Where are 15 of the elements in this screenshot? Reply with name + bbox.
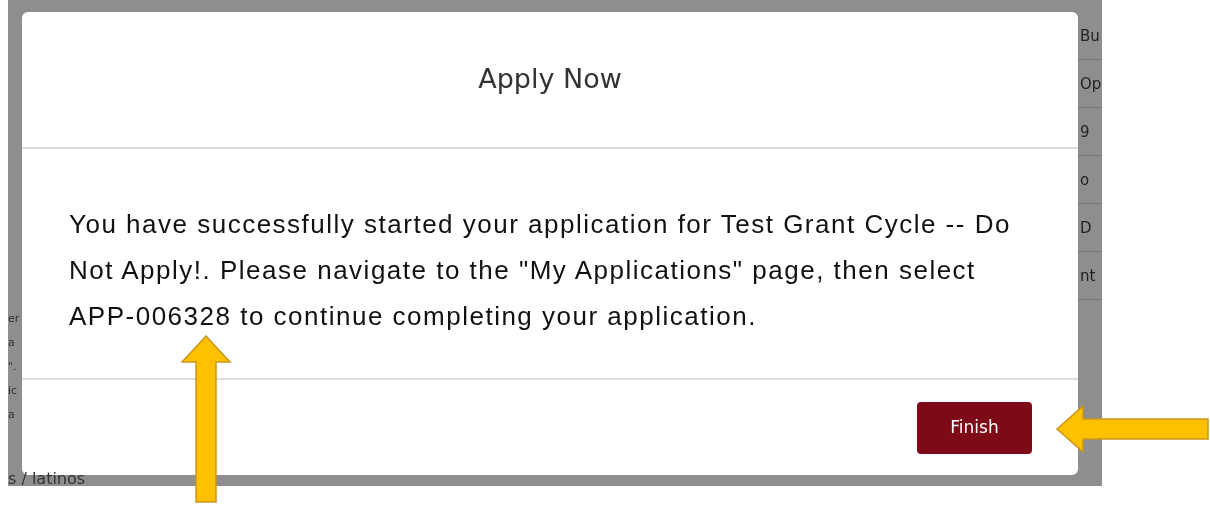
finish-button[interactable]: Finish bbox=[917, 401, 1032, 454]
background-text: ic bbox=[8, 384, 19, 398]
background-text: a bbox=[8, 408, 16, 422]
background-text: s / latinos bbox=[8, 469, 87, 489]
background-text: 9 bbox=[1080, 122, 1091, 141]
background-text: er bbox=[8, 312, 21, 326]
background-text: D bbox=[1080, 218, 1093, 237]
background-text: ". bbox=[8, 360, 18, 374]
background-text: Op bbox=[1080, 74, 1102, 93]
background-text: a bbox=[8, 336, 16, 350]
background-text: o bbox=[1080, 170, 1091, 189]
dialog-message: You have successfully started your application for Test Grant Cycle -- Do Not Apply!. Please navigate to the "My Applications" page, then select APP-006328 to continue completing your application. bbox=[69, 208, 1012, 333]
background-text: Bu bbox=[1080, 26, 1101, 45]
background-text: nt bbox=[1080, 266, 1097, 285]
dialog-title: Apply Now bbox=[478, 62, 622, 97]
